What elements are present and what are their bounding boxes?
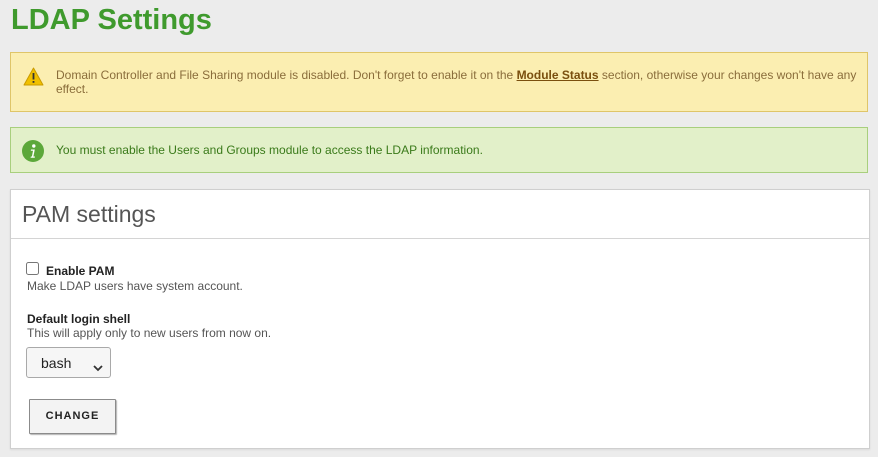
pam-settings-panel: PAM settings Enable PAM Make LDAP users … [10, 189, 870, 449]
module-status-link[interactable]: Module Status [517, 68, 599, 82]
login-shell-help: This will apply only to new users from n… [27, 326, 272, 340]
users-groups-info: You must enable the Users and Groups mod… [10, 127, 868, 173]
info-message: You must enable the Users and Groups mod… [56, 143, 483, 157]
enable-pam-help: Make LDAP users have system account. [27, 279, 243, 293]
login-shell-value: bash [41, 355, 72, 371]
panel-title: PAM settings [22, 201, 156, 227]
panel-divider [11, 238, 869, 239]
login-shell-select[interactable]: bash [26, 347, 111, 378]
warning-icon [23, 67, 44, 86]
login-shell-label: Default login shell [27, 312, 131, 326]
module-disabled-warning: Domain Controller and File Sharing modul… [10, 52, 868, 112]
warning-text-before: Domain Controller and File Sharing modul… [56, 68, 517, 82]
info-icon [22, 140, 44, 162]
warning-message: Domain Controller and File Sharing modul… [56, 68, 857, 96]
enable-pam-label[interactable]: Enable PAM [46, 264, 114, 278]
change-button[interactable]: CHANGE [29, 399, 116, 434]
enable-pam-checkbox[interactable] [26, 262, 39, 275]
chevron-down-icon [93, 359, 103, 372]
page-title: LDAP Settings [11, 4, 212, 36]
